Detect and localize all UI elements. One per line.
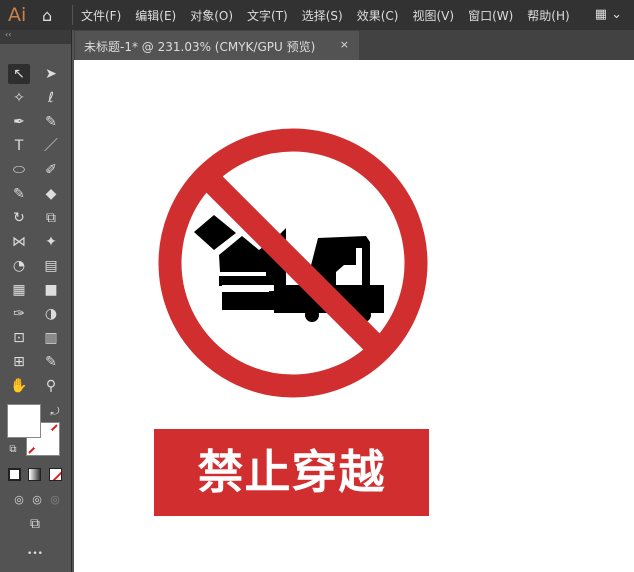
menu-window[interactable]: 窗口(W) <box>468 7 513 24</box>
menu-select[interactable]: 选择(S) <box>302 7 343 24</box>
menu-bar: Ai ⌂ 文件(F) 编辑(E) 对象(O) 文字(T) 选择(S) 效果(C)… <box>0 0 634 30</box>
draw-inside-icon[interactable]: ◎ <box>44 490 66 510</box>
pen-tool-icon[interactable]: ✒ <box>8 112 30 132</box>
rotate-tool-icon[interactable]: ↻ <box>8 208 30 228</box>
width-tool-icon[interactable]: ⋈ <box>8 232 30 252</box>
slice-tool-icon[interactable]: ✎ <box>40 352 62 372</box>
perspective-grid-tool-icon[interactable]: ▤ <box>40 256 62 276</box>
blend-tool-icon[interactable]: ◑ <box>40 304 62 324</box>
app-logo: Ai <box>8 4 27 26</box>
tools-panel: ‹‹ ↖ ➤ ✧ ℓ ✒ ✎ T ／ ⬭ ✐ ✎ ◆ ↻ ⧉ ⋈ ✦ ◔ ▤ ▦… <box>0 30 72 572</box>
artboard[interactable]: 禁止穿越 <box>74 60 634 572</box>
menu-view[interactable]: 视图(V) <box>412 7 454 24</box>
none-icon <box>52 471 61 480</box>
ellipse-tool-icon[interactable]: ⬭ <box>8 160 30 180</box>
edit-toolbar-button[interactable]: ••• <box>24 544 46 564</box>
graph-tool-icon[interactable]: ▥ <box>40 328 62 348</box>
menu-object[interactable]: 对象(O) <box>190 7 233 24</box>
menu-file[interactable]: 文件(F) <box>81 7 121 24</box>
shape-builder-tool-icon[interactable]: ◔ <box>8 256 30 276</box>
selection-tool-icon[interactable]: ↖ <box>8 64 30 84</box>
fill-swatch[interactable] <box>7 404 41 438</box>
collapse-panel-button[interactable]: ‹‹ <box>0 30 71 44</box>
eyedropper-tool-icon[interactable]: ✑ <box>8 304 30 324</box>
none-mode-button[interactable] <box>49 468 62 481</box>
puppet-warp-tool-icon[interactable]: ✦ <box>40 232 62 252</box>
home-icon[interactable]: ⌂ <box>42 6 64 25</box>
hand-tool-icon[interactable]: ✋ <box>8 376 30 396</box>
default-colors-icon[interactable]: ⧉ <box>2 440 24 460</box>
type-tool-icon[interactable]: T <box>8 136 30 156</box>
color-mode-button[interactable] <box>8 468 21 481</box>
workspace-switcher-icon[interactable]: ▦ ⌄ <box>595 7 622 22</box>
menu-help[interactable]: 帮助(H) <box>527 7 569 24</box>
eraser-tool-icon[interactable]: ◆ <box>40 184 62 204</box>
gradient-tool-icon[interactable]: ■ <box>40 280 62 300</box>
scale-tool-icon[interactable]: ⧉ <box>40 208 62 228</box>
symbol-sprayer-tool-icon[interactable]: ⊡ <box>8 328 30 348</box>
zoom-tool-icon[interactable]: ⚲ <box>40 376 62 396</box>
divider <box>72 5 73 25</box>
menu-edit[interactable]: 编辑(E) <box>135 7 176 24</box>
line-tool-icon[interactable]: ／ <box>40 136 62 156</box>
menu-effect[interactable]: 效果(C) <box>357 7 399 24</box>
sign-label: 禁止穿越 <box>154 429 429 516</box>
shaper-tool-icon[interactable]: ✎ <box>8 184 30 204</box>
gradient-mode-button[interactable] <box>28 468 41 481</box>
screen-mode-icon[interactable]: ⧉ <box>24 514 46 534</box>
mesh-tool-icon[interactable]: ▦ <box>8 280 30 300</box>
curvature-tool-icon[interactable]: ✎ <box>40 112 62 132</box>
document-tab-bar: 未标题-1* @ 231.03% (CMYK/GPU 预览) × <box>74 30 634 60</box>
paintbrush-tool-icon[interactable]: ✐ <box>40 160 62 180</box>
magic-wand-tool-icon[interactable]: ✧ <box>8 88 30 108</box>
direct-selection-tool-icon[interactable]: ➤ <box>40 64 62 84</box>
lasso-tool-icon[interactable]: ℓ <box>40 88 62 108</box>
document-tab-title: 未标题-1* @ 231.03% (CMYK/GPU 预览) <box>84 40 316 54</box>
document-tab[interactable]: 未标题-1* @ 231.03% (CMYK/GPU 预览) × <box>75 31 359 60</box>
menu-type[interactable]: 文字(T) <box>247 7 288 24</box>
close-tab-icon[interactable]: × <box>340 38 349 51</box>
artboard-tool-icon[interactable]: ⊞ <box>8 352 30 372</box>
swap-colors-icon[interactable]: ⤾ <box>44 402 66 422</box>
